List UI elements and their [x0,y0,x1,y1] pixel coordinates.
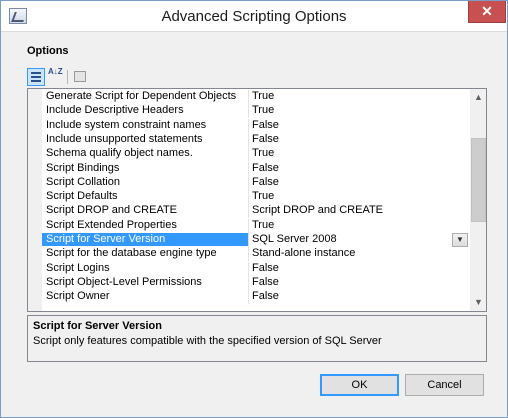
property-row[interactable]: Script Extended Properties True [42,218,470,233]
property-value[interactable]: False [252,119,470,132]
toolbar-separator [67,70,68,84]
property-grid-gutter [28,89,42,311]
property-row[interactable]: Schema qualify object names. True [42,147,470,162]
categorized-view-icon[interactable] [27,68,45,86]
property-value[interactable]: Script DROP and CREATE [252,204,470,217]
property-value[interactable]: True [252,147,470,160]
dropdown-button[interactable]: ▼ [452,233,468,247]
column-divider [248,132,249,147]
property-name[interactable]: Script DROP and CREATE [46,204,248,217]
property-name[interactable]: Script Extended Properties [46,219,248,232]
property-row[interactable]: Include Descriptive Headers True [42,104,470,119]
property-grid: Generate Script for Dependent Objects Tru… [27,88,487,312]
property-row[interactable]: Script Collation False [42,175,470,190]
property-value[interactable]: False [252,176,470,189]
property-row[interactable]: Include system constraint names False [42,118,470,133]
property-row[interactable]: Script for the database engine type Stand… [42,247,470,262]
property-name[interactable]: Schema qualify object names. [46,147,248,160]
property-description-panel: Script for Server Version Script only fe… [27,315,487,362]
property-value[interactable]: True [252,219,470,232]
property-row[interactable]: Script Defaults True [42,190,470,205]
property-name[interactable]: Script Collation [46,176,248,189]
property-name[interactable]: Include Descriptive Headers [46,104,248,117]
column-divider [248,104,249,119]
column-divider [248,190,249,205]
property-row[interactable]: Include unsupported statements False [42,132,470,147]
property-value[interactable]: False [252,133,470,146]
property-name[interactable]: Script Object-Level Permissions [46,276,248,289]
dialog-window: Advanced Scripting Options ✕ Options A↓Z… [0,0,508,418]
vertical-scrollbar[interactable]: ▲ ▼ [470,89,486,311]
options-heading: Options [27,45,69,57]
property-name[interactable]: Include system constraint names [46,119,248,132]
alphabetical-sort-glyph: A↓Z [48,67,63,76]
property-value[interactable]: Stand-alone instance [252,247,470,260]
column-divider [248,147,249,162]
close-button[interactable]: ✕ [468,1,506,23]
chevron-down-icon: ▼ [456,235,464,244]
column-divider [248,233,249,247]
property-value[interactable]: True [252,104,470,117]
property-value[interactable]: True [252,90,470,103]
column-divider [248,218,249,233]
property-name[interactable]: Script for Server Version [42,233,248,246]
column-divider [248,290,249,305]
column-divider [248,90,249,104]
column-divider [248,161,249,176]
ok-button[interactable]: OK [320,374,399,396]
property-value[interactable]: True [252,190,470,203]
scroll-down-icon[interactable]: ▼ [470,294,486,311]
property-name[interactable]: Script Bindings [46,162,248,175]
dialog-body: Options A↓Z Generate Script for Dependen… [1,33,507,417]
property-value[interactable]: False [252,162,470,175]
column-divider [248,275,249,290]
column-divider [248,118,249,133]
property-name[interactable]: Script Defaults [46,190,248,203]
property-value[interactable]: False [252,276,470,289]
column-divider [248,175,249,190]
cancel-button[interactable]: Cancel [405,374,484,396]
property-row[interactable]: Script Object-Level Permissions False [42,275,470,290]
property-value[interactable]: False [252,290,470,303]
scroll-up-icon[interactable]: ▲ [470,89,486,106]
close-icon: ✕ [481,3,493,19]
title-bar[interactable]: Advanced Scripting Options ✕ [1,1,507,32]
property-name[interactable]: Script Logins [46,262,248,275]
column-divider [248,204,249,219]
column-divider [248,247,249,262]
scrollbar-thumb[interactable] [471,138,486,222]
property-value[interactable]: SQL Server 2008 [252,233,470,246]
property-row[interactable]: Script Logins False [42,261,470,276]
description-title: Script for Server Version [33,320,162,332]
column-divider [248,261,249,276]
property-name[interactable]: Script Owner [46,290,248,303]
property-value[interactable]: False [252,262,470,275]
property-name[interactable]: Generate Script for Dependent Objects [46,90,248,103]
property-row[interactable]: Script Owner False [42,290,470,305]
property-row[interactable]: Script Bindings False [42,161,470,176]
property-row[interactable]: Script DROP and CREATE Script DROP and CR… [42,204,470,219]
description-text: Script only features compatible with the… [33,335,382,347]
property-row[interactable]: Generate Script for Dependent Objects Tru… [42,90,470,104]
property-name[interactable]: Include unsupported statements [46,133,248,146]
property-row[interactable]: Script for Server Version SQL Server 2008… [42,233,470,247]
property-name[interactable]: Script for the database engine type [46,247,248,260]
property-pages-icon[interactable] [71,68,89,86]
window-title: Advanced Scripting Options [161,8,347,25]
alphabetical-sort-icon[interactable]: A↓Z [47,68,65,86]
